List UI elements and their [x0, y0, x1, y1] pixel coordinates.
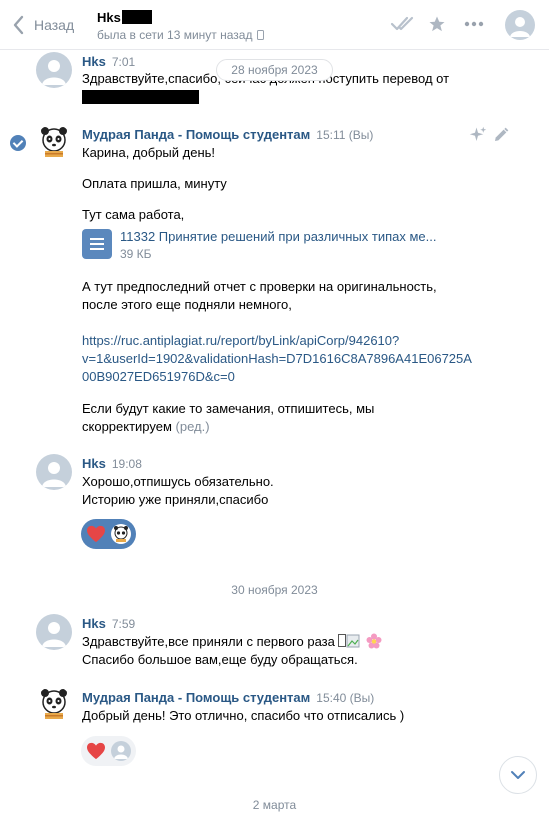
- broken-image-icon: [338, 634, 360, 648]
- message-time: 15:40 (Вы): [316, 691, 375, 705]
- more-icon[interactable]: [464, 21, 484, 27]
- double-check-icon[interactable]: [390, 16, 416, 32]
- date-label: 2 марта: [252, 798, 297, 812]
- file-size: 39 КБ: [120, 247, 152, 261]
- message-text-fragment: Здравствуйте,все приняли с первого раза: [82, 634, 335, 649]
- chat-status-text: была в сети 13 минут назад: [97, 28, 253, 42]
- reactor-avatar: [111, 741, 131, 761]
- flower-icon: [366, 633, 382, 649]
- document-icon: [82, 229, 112, 259]
- user-avatar-icon: [42, 462, 66, 487]
- message-text: Оплата пришла, минуту: [82, 176, 227, 191]
- message-text: Историю уже приняли,спасибо: [82, 492, 269, 507]
- message-text: Если будут какие то замечания, отпишитес…: [82, 401, 375, 416]
- file-attachment[interactable]: 11332 Принятие решений при различных тип…: [82, 229, 436, 262]
- user-avatar-icon: [114, 745, 128, 759]
- date-separator: 30 ноября 2023: [0, 580, 549, 600]
- sparkle-icon[interactable]: [469, 126, 487, 144]
- message-text-fragment: скорректируем: [82, 419, 172, 434]
- avatar[interactable]: [36, 124, 72, 160]
- user-avatar-icon: [510, 17, 530, 37]
- chat-status: была в сети 13 минут назад: [97, 28, 265, 42]
- author-name: Hks: [82, 616, 106, 631]
- panda-avatar-icon: [114, 526, 128, 542]
- date-separator: 2 марта: [0, 795, 549, 814]
- message-author[interactable]: Hks 19:08: [82, 456, 142, 471]
- author-name: Hks: [82, 456, 106, 471]
- panda-avatar-icon: [36, 124, 72, 160]
- date-label: 30 ноября 2023: [231, 583, 318, 597]
- avatar[interactable]: [36, 454, 72, 490]
- message-text-last-line: скорректируем (ред.): [82, 418, 210, 436]
- chat-name: Hks: [97, 9, 264, 25]
- message-text: Тут сама работа,: [82, 207, 185, 222]
- author-name: Мудрая Панда - Помощь студентам: [82, 690, 311, 705]
- report-link[interactable]: v=1&userId=1902&validationHash=D7D1616C8…: [82, 350, 472, 368]
- message-author[interactable]: Мудрая Панда - Помощь студентам 15:11 (Вы…: [82, 127, 373, 142]
- chat-avatar[interactable]: [505, 10, 535, 40]
- back-label: Назад: [34, 17, 75, 33]
- report-link[interactable]: https://ruc.antiplagiat.ru/report/byLink…: [82, 332, 399, 350]
- message-time: 7:59: [111, 617, 136, 631]
- star-icon[interactable]: [428, 15, 446, 33]
- report-link[interactable]: 00B9027ED651976D&c=0: [82, 368, 235, 386]
- back-button[interactable]: Назад: [12, 14, 74, 36]
- message-author[interactable]: Hks 7:59: [82, 616, 135, 631]
- reactions-bar[interactable]: [81, 736, 136, 766]
- message-text: после этого еще подняли немного,: [82, 297, 292, 312]
- chat-title-block[interactable]: Hks была в сети 13 минут назад: [97, 9, 265, 42]
- message-text: Спасибо большое вам,еще буду обращаться.: [82, 652, 358, 667]
- message-text: Карина, добрый день!: [82, 145, 216, 160]
- user-avatar-icon: [42, 622, 66, 647]
- redacted-name: [121, 10, 152, 24]
- redacted-text: [82, 90, 199, 104]
- message-time: 19:08: [111, 457, 142, 471]
- message-text-line-with-emoji: Здравствуйте,все приняли с первого раза: [82, 633, 382, 651]
- date-separator: 28 ноября 2023: [0, 59, 549, 81]
- message-author[interactable]: Мудрая Панда - Помощь студентам 15:40 (Вы…: [82, 690, 374, 705]
- author-name: Мудрая Панда - Помощь студентам: [82, 127, 311, 142]
- chevron-left-icon: [13, 15, 24, 35]
- mobile-icon: [257, 30, 265, 40]
- heart-icon: [87, 742, 105, 760]
- pencil-icon[interactable]: [493, 127, 509, 143]
- file-name[interactable]: 11332 Принятие решений при различных тип…: [120, 229, 436, 245]
- reactor-avatar: [111, 524, 131, 544]
- chevron-down-icon: [511, 771, 525, 779]
- avatar[interactable]: [36, 614, 72, 650]
- avatar[interactable]: [36, 686, 72, 722]
- message-text: Хорошо,отпишусь обязательно.: [82, 474, 274, 489]
- panda-avatar-icon: [36, 686, 72, 722]
- message-time: 15:11 (Вы): [316, 128, 374, 142]
- edited-label: (ред.): [175, 419, 210, 434]
- heart-icon: [87, 525, 105, 543]
- reactions-bar[interactable]: [81, 519, 136, 549]
- chat-name-text: Hks: [97, 9, 121, 25]
- message-text: А тут предпоследний отчет с проверки на …: [82, 279, 437, 294]
- chat-header: Назад Hks была в сети 13 минут назад: [0, 0, 549, 50]
- date-label: 28 ноября 2023: [216, 59, 333, 81]
- message-text: Добрый день! Это отлично, спасибо что от…: [82, 708, 405, 723]
- scroll-down-button[interactable]: [499, 756, 537, 794]
- read-check-icon: [10, 135, 26, 151]
